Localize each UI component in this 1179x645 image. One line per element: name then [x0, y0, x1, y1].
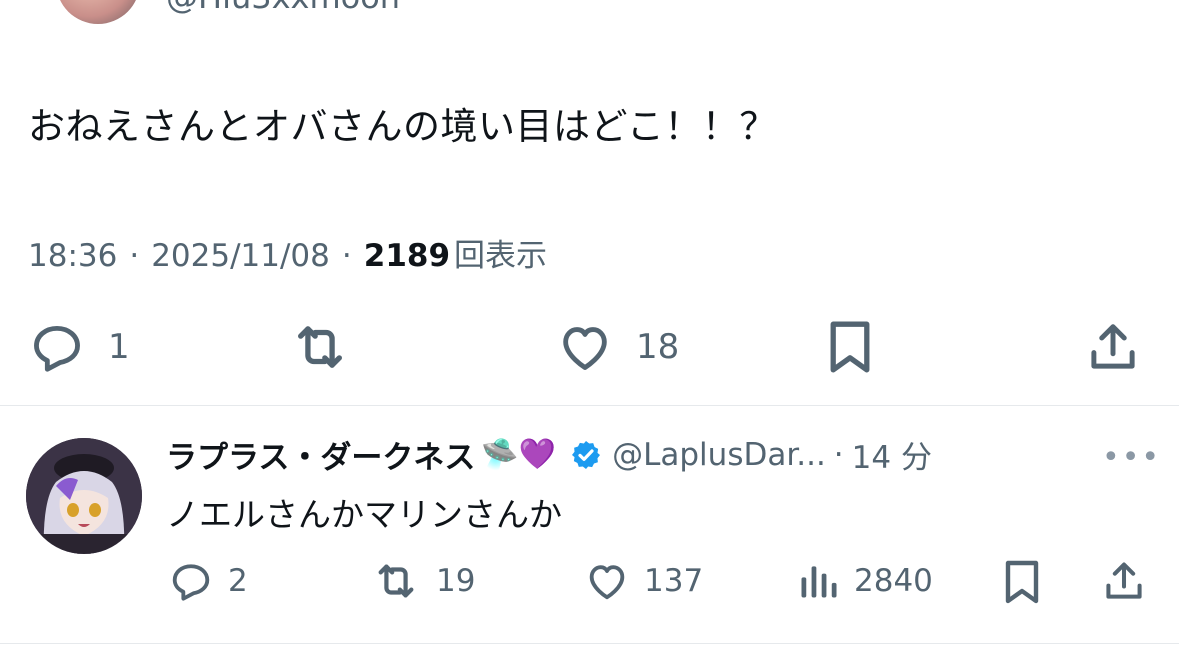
- bookmark-icon: [1002, 558, 1042, 606]
- reply-text: ノエルさんかマリンさんか: [166, 495, 562, 534]
- retweet-icon: [288, 318, 352, 376]
- reply-retweet-button[interactable]: 19: [370, 558, 475, 604]
- reply-count: 2: [228, 563, 248, 599]
- reply-count: 1: [108, 327, 130, 367]
- reply-display-name[interactable]: ラプラス・ダークネス: [166, 432, 475, 477]
- reply-reply-button[interactable]: 2: [168, 558, 248, 604]
- tweet-meta: 18:36 · 2025/11/08 · 2189 回表示: [28, 230, 547, 275]
- tweet-text: おねえさんとオバさんの境い目はどこ！！？: [28, 105, 777, 148]
- tweet-time[interactable]: 18:36: [28, 238, 117, 274]
- reply-icon: [28, 318, 86, 376]
- like-count: 18: [636, 327, 680, 367]
- author-handle[interactable]: @Hiu3xxmoon: [166, 0, 400, 16]
- bookmark-button[interactable]: [826, 318, 874, 376]
- name-emojis: 🛸💜: [481, 437, 557, 472]
- tweet-date[interactable]: 2025/11/08: [151, 238, 330, 274]
- like-icon: [556, 318, 614, 376]
- like-button[interactable]: 18: [556, 318, 679, 376]
- views-icon: [796, 558, 840, 604]
- reply-icon: [168, 558, 214, 604]
- views-count: 2840: [854, 563, 933, 599]
- meta-separator: ·: [341, 238, 352, 274]
- retweet-button[interactable]: [288, 318, 352, 376]
- reply-handle[interactable]: @LaplusDar...: [612, 437, 826, 473]
- divider: [0, 405, 1179, 406]
- reply-like-button[interactable]: 137: [584, 558, 703, 604]
- reply-avatar[interactable]: [26, 438, 142, 554]
- views-label[interactable]: 回表示: [454, 230, 547, 275]
- reply-button[interactable]: 1: [28, 318, 130, 376]
- share-button[interactable]: [1086, 318, 1140, 376]
- like-icon: [584, 558, 630, 604]
- divider: [0, 643, 1179, 644]
- reply-share-button[interactable]: [1102, 558, 1146, 604]
- like-count: 137: [644, 563, 704, 599]
- verified-icon: [570, 439, 602, 471]
- retweet-icon: [370, 558, 422, 604]
- share-icon: [1102, 558, 1146, 604]
- meta-separator: ·: [129, 238, 140, 274]
- reply-header: ラプラス・ダークネス 🛸💜 @LaplusDar... · 14 分: [166, 432, 932, 477]
- retweet-count: 19: [436, 563, 476, 599]
- views-count[interactable]: 2189: [364, 238, 450, 274]
- more-icon[interactable]: •••: [1102, 440, 1161, 475]
- reply-bookmark-button[interactable]: [1002, 558, 1042, 606]
- reply-time[interactable]: 14 分: [852, 432, 932, 477]
- header-separator: ·: [833, 436, 844, 473]
- bookmark-icon: [826, 318, 874, 376]
- author-avatar[interactable]: [56, 0, 140, 24]
- share-icon: [1086, 318, 1140, 376]
- reply-views-button[interactable]: 2840: [796, 558, 933, 604]
